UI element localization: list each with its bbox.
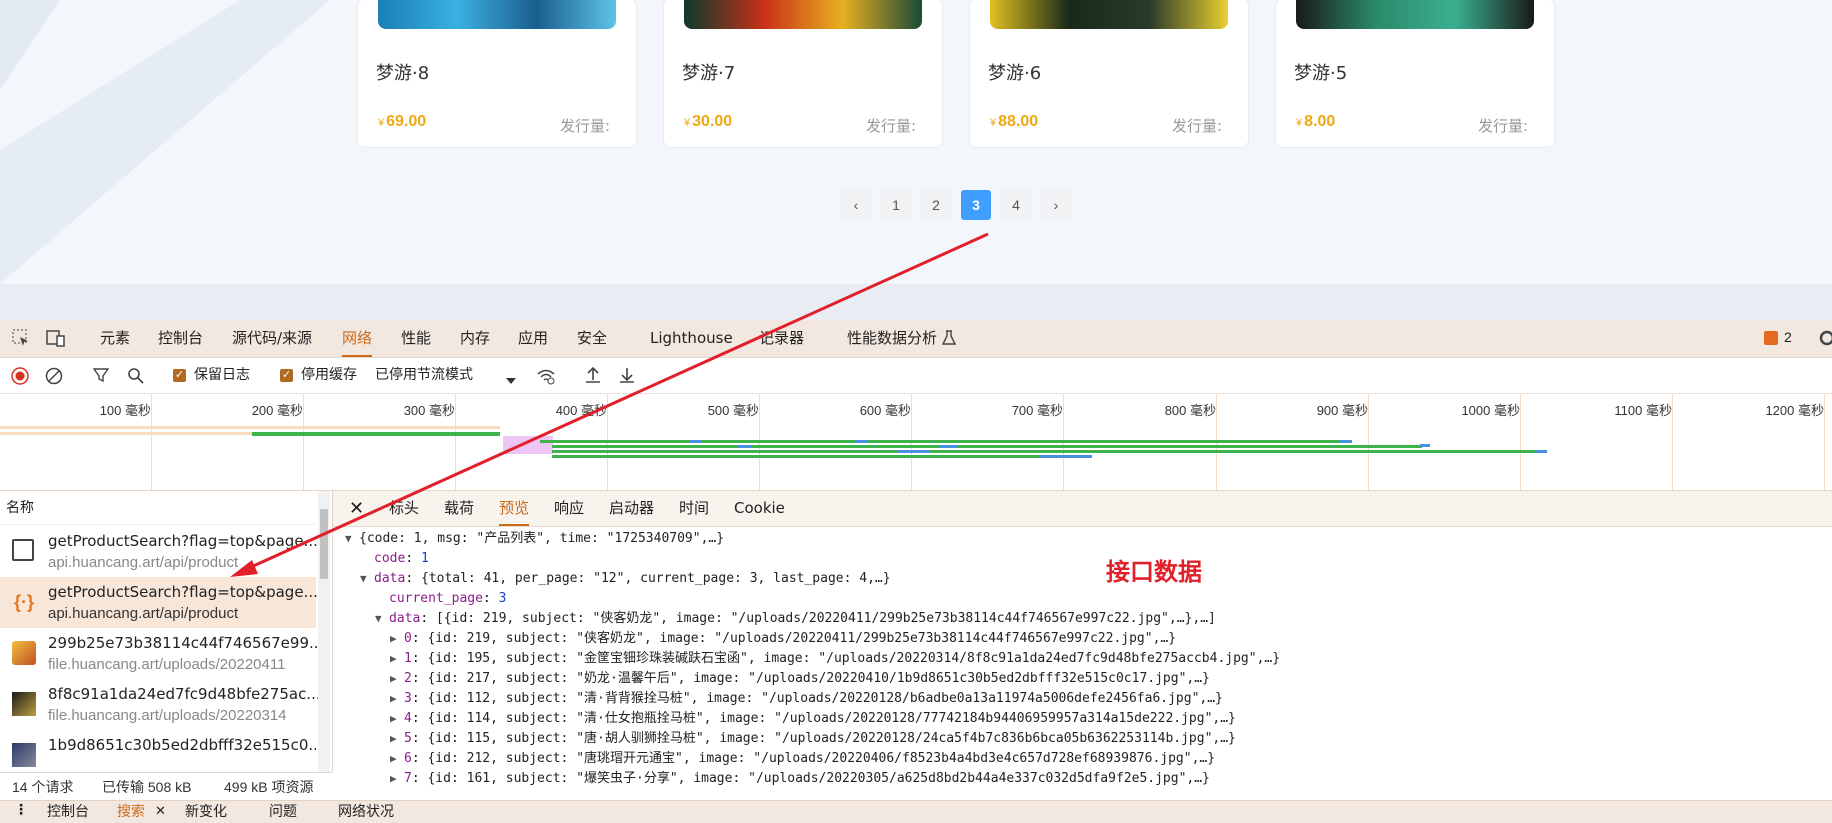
annotation-arrow [230,232,989,577]
annotation-label: 接口数据 [1106,558,1202,586]
